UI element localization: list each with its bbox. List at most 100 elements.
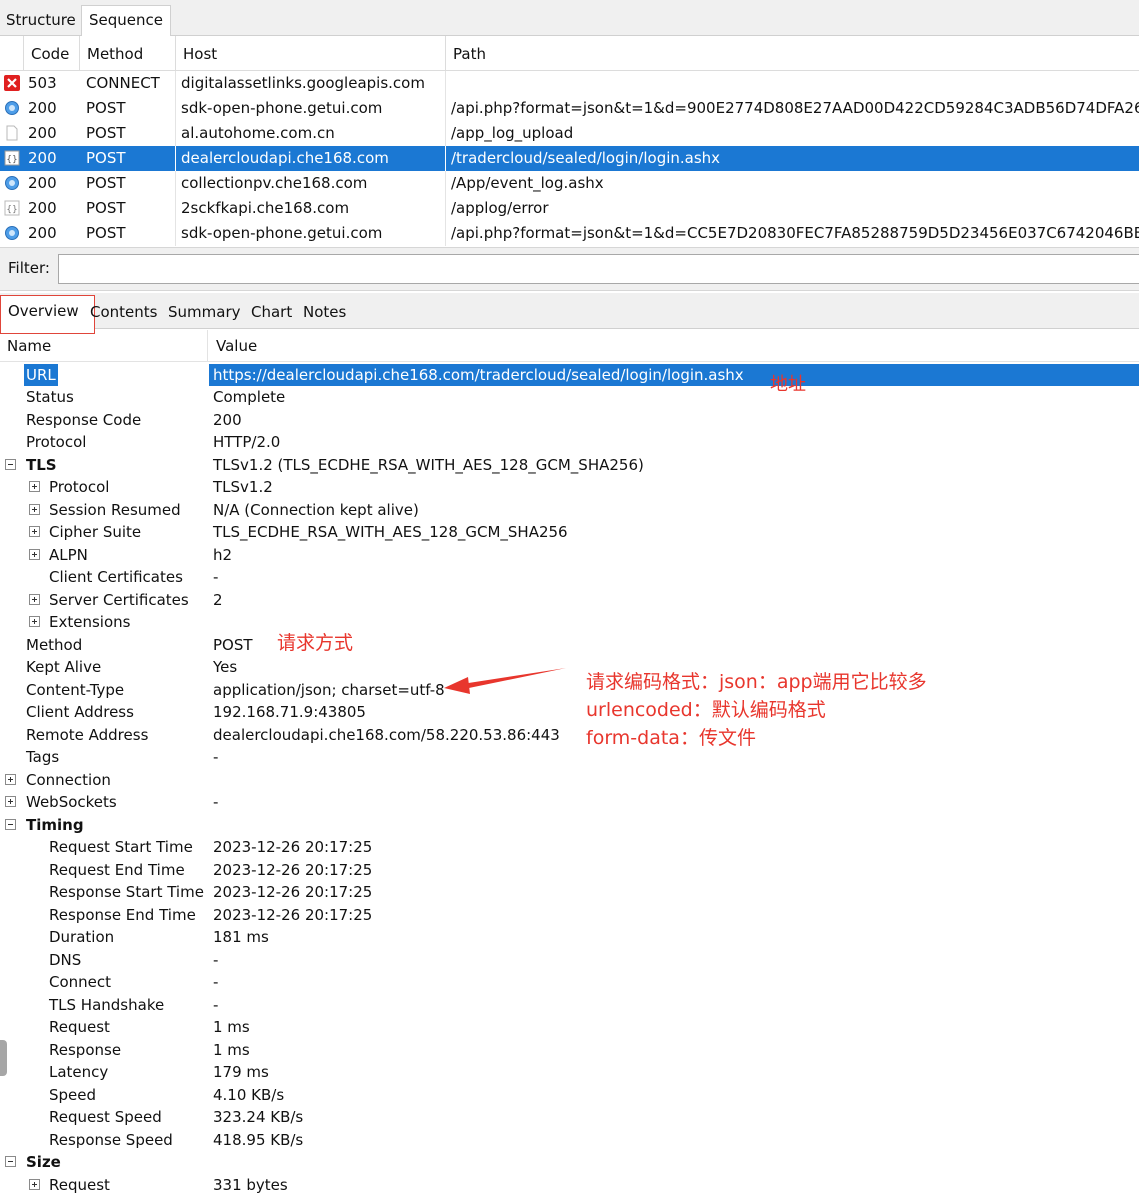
- detail-row-status[interactable]: Status Complete: [0, 386, 1139, 408]
- cell-method: POST: [86, 149, 126, 167]
- detail-row-session-resumed[interactable]: Session Resumed N/A (Connection kept ali…: [0, 499, 1139, 521]
- expand-icon[interactable]: [5, 796, 16, 807]
- expand-icon[interactable]: [29, 1179, 40, 1190]
- detail-row-extensions[interactable]: Extensions: [0, 611, 1139, 633]
- cell-code: 200: [28, 124, 57, 142]
- table-row[interactable]: 200 POST al.autohome.com.cn /app_log_upl…: [0, 121, 1139, 146]
- expand-icon[interactable]: [29, 481, 40, 492]
- detail-value: -: [213, 951, 219, 969]
- tab-summary[interactable]: Summary: [168, 303, 241, 321]
- annotation-request-method: 请求方式: [277, 632, 354, 654]
- cell-path: /applog/error: [445, 196, 1139, 221]
- detail-row-response-end-time[interactable]: Response End Time 2023-12-26 20:17:25: [0, 904, 1139, 926]
- detail-value: 179 ms: [213, 1063, 269, 1081]
- tab-sequence[interactable]: Sequence: [81, 5, 171, 36]
- detail-row-client-address[interactable]: Client Address 192.168.71.9:43805: [0, 701, 1139, 723]
- collapse-icon[interactable]: [5, 819, 16, 830]
- detail-row-dns[interactable]: DNS -: [0, 949, 1139, 971]
- detail-row-cipher-suite[interactable]: Cipher Suite TLS_ECDHE_RSA_WITH_AES_128_…: [0, 521, 1139, 543]
- collapse-icon[interactable]: [5, 1156, 16, 1167]
- expand-icon[interactable]: [29, 616, 40, 627]
- error-icon: [4, 75, 20, 91]
- detail-row-server-certificates[interactable]: Server Certificates 2: [0, 589, 1139, 611]
- tab-structure[interactable]: Structure: [0, 6, 82, 36]
- filter-input[interactable]: [58, 254, 1139, 284]
- detail-name: Response Speed: [49, 1131, 173, 1149]
- column-header-host[interactable]: Host: [175, 36, 445, 71]
- detail-name: TLS: [26, 456, 57, 474]
- column-header-name[interactable]: Name: [7, 337, 51, 355]
- tab-overview[interactable]: Overview: [0, 295, 95, 334]
- detail-value: HTTP/2.0: [213, 433, 281, 451]
- filter-bar: Filter:: [0, 247, 1139, 291]
- detail-name: Duration: [49, 928, 115, 946]
- detail-row-websockets[interactable]: WebSockets -: [0, 791, 1139, 813]
- detail-row-latency[interactable]: Latency 179 ms: [0, 1061, 1139, 1083]
- detail-row-response-start-time[interactable]: Response Start Time 2023-12-26 20:17:25: [0, 881, 1139, 903]
- cell-path: /api.php?format=json&t=1&d=900E2774D808E…: [445, 96, 1139, 121]
- detail-row-duration[interactable]: Duration 181 ms: [0, 926, 1139, 948]
- detail-row-method[interactable]: Method POST: [0, 634, 1139, 656]
- detail-row-response-speed[interactable]: Response Speed 418.95 KB/s: [0, 1129, 1139, 1151]
- table-row[interactable]: 503 CONNECT digitalassetlinks.googleapis…: [0, 71, 1139, 96]
- column-header-method[interactable]: Method: [79, 36, 175, 71]
- tab-contents[interactable]: Contents: [90, 303, 157, 321]
- detail-row-connect[interactable]: Connect -: [0, 971, 1139, 993]
- cell-host: dealercloudapi.che168.com: [175, 146, 445, 171]
- detail-name: ALPN: [49, 546, 88, 564]
- cell-host: 2sckfkapi.che168.com: [175, 196, 445, 221]
- detail-name: DNS: [49, 951, 82, 969]
- detail-row-tls-protocol[interactable]: Protocol TLSv1.2: [0, 476, 1139, 498]
- detail-row-client-certificates[interactable]: Client Certificates -: [0, 566, 1139, 588]
- column-header-value[interactable]: Value: [207, 330, 257, 362]
- detail-row-request[interactable]: Request 1 ms: [0, 1016, 1139, 1038]
- detail-row-alpn[interactable]: ALPN h2: [0, 544, 1139, 566]
- document-icon: [6, 125, 18, 141]
- detail-name: Size: [26, 1153, 61, 1171]
- cell-code: 503: [28, 74, 57, 92]
- column-header-code[interactable]: Code: [23, 36, 79, 71]
- detail-row-request-start-time[interactable]: Request Start Time 2023-12-26 20:17:25: [0, 836, 1139, 858]
- collapse-icon[interactable]: [5, 459, 16, 470]
- column-header-path[interactable]: Path: [445, 36, 1139, 71]
- detail-row-speed[interactable]: Speed 4.10 KB/s: [0, 1084, 1139, 1106]
- expand-icon[interactable]: [29, 594, 40, 605]
- detail-row-tls-handshake[interactable]: TLS Handshake -: [0, 994, 1139, 1016]
- table-row[interactable]: {} 200 POST 2sckfkapi.che168.com /applog…: [0, 196, 1139, 221]
- detail-value: Complete: [213, 388, 286, 406]
- detail-name: Request Start Time: [49, 838, 193, 856]
- table-row[interactable]: 200 POST sdk-open-phone.getui.com /api.p…: [0, 221, 1139, 246]
- detail-row-timing[interactable]: Timing: [0, 814, 1139, 836]
- cell-method: POST: [86, 99, 126, 117]
- cell-method: POST: [86, 199, 126, 217]
- detail-value: -: [213, 973, 219, 991]
- detail-row-request-end-time[interactable]: Request End Time 2023-12-26 20:17:25: [0, 859, 1139, 881]
- table-row[interactable]: 200 POST collectionpv.che168.com /App/ev…: [0, 171, 1139, 196]
- detail-row-size-request[interactable]: Request 331 bytes: [0, 1174, 1139, 1196]
- detail-name: Connection: [26, 771, 111, 789]
- detail-row-protocol[interactable]: Protocol HTTP/2.0: [0, 431, 1139, 453]
- detail-row-response-code[interactable]: Response Code 200: [0, 409, 1139, 431]
- detail-row-request-speed[interactable]: Request Speed 323.24 KB/s: [0, 1106, 1139, 1128]
- svg-text:{}: {}: [6, 205, 17, 215]
- expand-icon[interactable]: [5, 774, 16, 785]
- expand-icon[interactable]: [29, 504, 40, 515]
- detail-row-connection[interactable]: Connection: [0, 769, 1139, 791]
- detail-row-tls[interactable]: TLS TLSv1.2 (TLS_ECDHE_RSA_WITH_AES_128_…: [0, 454, 1139, 476]
- detail-row-size[interactable]: Size: [0, 1151, 1139, 1173]
- tab-notes[interactable]: Notes: [303, 303, 346, 321]
- detail-row-remote-address[interactable]: Remote Address dealercloudapi.che168.com…: [0, 724, 1139, 746]
- detail-value: 323.24 KB/s: [213, 1108, 304, 1126]
- scrollbar-handle[interactable]: [0, 1040, 7, 1076]
- detail-row-url[interactable]: URL https://dealercloudapi.che168.com/tr…: [0, 364, 1139, 386]
- detail-row-tags[interactable]: Tags -: [0, 746, 1139, 768]
- detail-value: 4.10 KB/s: [213, 1086, 285, 1104]
- detail-row-response[interactable]: Response 1 ms: [0, 1039, 1139, 1061]
- detail-name: Protocol: [26, 433, 87, 451]
- detail-name: Response Code: [26, 411, 142, 429]
- table-row-selected[interactable]: {} 200 POST dealercloudapi.che168.com /t…: [0, 146, 1139, 171]
- table-row[interactable]: 200 POST sdk-open-phone.getui.com /api.p…: [0, 96, 1139, 121]
- expand-icon[interactable]: [29, 549, 40, 560]
- tab-chart[interactable]: Chart: [251, 303, 292, 321]
- expand-icon[interactable]: [29, 526, 40, 537]
